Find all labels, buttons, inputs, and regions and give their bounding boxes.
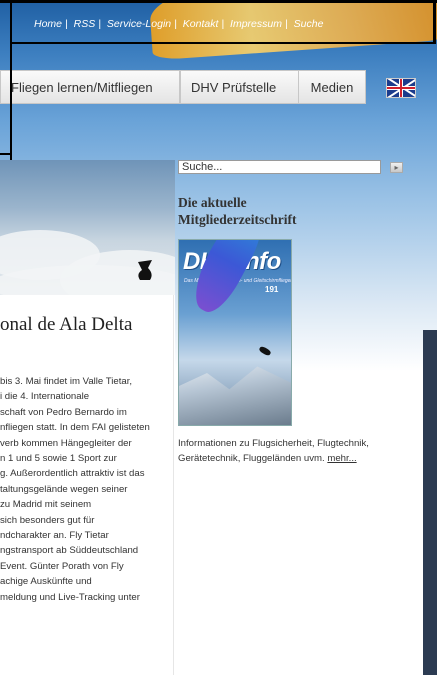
overlay-frame-bottom — [12, 42, 436, 44]
article-line: Event. Günter Porath von Fly — [0, 560, 124, 572]
article-line: ngstransport ab Süddeutschland — [0, 545, 139, 557]
article-line: verb kommen Hängegleiter der — [0, 437, 132, 449]
article-hero-image — [0, 160, 175, 295]
main-navigation: Fliegen lernen/Mitfliegen DHV Prüfstelle… — [0, 67, 437, 107]
link-separator: | — [65, 18, 68, 30]
top-link-impressum[interactable]: Impressum — [230, 18, 282, 30]
article-body: bis 3. Mai findet im Valle Tietar, i die… — [0, 374, 175, 605]
search-input[interactable] — [178, 160, 381, 174]
right-edge-strip — [423, 330, 437, 675]
link-separator: | — [98, 18, 101, 30]
overlay-frame-top — [0, 0, 437, 3]
sidebar-description: Informationen zu Flugsicherheit, Flugtec… — [178, 436, 428, 467]
magazine-cover-image[interactable]: DHV-info Das Magazin für Drachen- und Gl… — [178, 239, 292, 426]
sidebar-heading-line: Die aktuelle — [178, 195, 247, 210]
article-line: sich besonders gut für — [0, 514, 95, 526]
nav-item-fliegen-lernen[interactable]: Fliegen lernen/Mitfliegen — [0, 70, 180, 104]
article-line: nfliegen statt. In dem FAI gelisteten — [0, 422, 150, 434]
article-line: g. Außerordentlich attraktiv ist das — [0, 468, 145, 480]
article-line: bis 3. Mai findet im Valle Tietar, — [0, 376, 133, 387]
link-separator: | — [284, 18, 288, 30]
sidebar-heading: Die aktuelle Mitgliederzeitschrift — [178, 194, 378, 228]
paraglider-pilot-icon — [138, 260, 152, 280]
magazine-pilot-graphic — [258, 345, 272, 357]
sidebar-heading-line: Mitgliederzeitschrift — [178, 212, 297, 227]
top-links-bar: Home | RSS | Service-Login | Kontakt | Impre… — [34, 18, 424, 30]
article-line: i die 4. Internationale — [0, 391, 90, 403]
overlay-frame-left-bottom — [0, 153, 12, 155]
top-link-service-login[interactable]: Service-Login — [107, 18, 171, 30]
search-submit-button[interactable]: ▸ — [390, 162, 403, 173]
article-line: meldung und Live-Tracking unter — [0, 591, 140, 603]
article-line: achige Auskünfte und — [0, 576, 92, 588]
article-line: n 1 und 5 sowie 1 Sport zur — [0, 453, 117, 465]
magazine-mountain-graphic — [179, 366, 291, 425]
nav-item-medien[interactable]: Medien — [298, 70, 366, 104]
article-line: schaft von Pedro Bernardo im — [0, 406, 127, 418]
flag-stripe — [400, 79, 402, 97]
top-link-home[interactable]: Home — [34, 18, 62, 30]
top-link-suche[interactable]: Suche — [294, 18, 324, 30]
link-separator: | — [174, 18, 177, 30]
overlay-frame-right — [433, 0, 436, 42]
overlay-frame-left-inner — [10, 0, 12, 160]
top-link-kontakt[interactable]: Kontakt — [183, 18, 219, 30]
article-line: ndcharakter an. Fly Tietar — [0, 530, 109, 542]
link-separator: | — [221, 18, 225, 30]
uk-flag-icon[interactable] — [386, 78, 416, 98]
sidebar-more-link[interactable]: mehr... — [327, 453, 356, 464]
article-line: taltungsgelände wegen seiner — [0, 483, 128, 495]
nav-item-pruefstelle[interactable]: DHV Prüfstelle — [180, 70, 299, 104]
article-title: onal de Ala Delta — [0, 314, 133, 335]
magazine-issue-number: 191 — [265, 285, 279, 294]
article-line: zu Madrid mit seinem — [0, 499, 92, 511]
top-link-rss[interactable]: RSS — [74, 18, 96, 30]
